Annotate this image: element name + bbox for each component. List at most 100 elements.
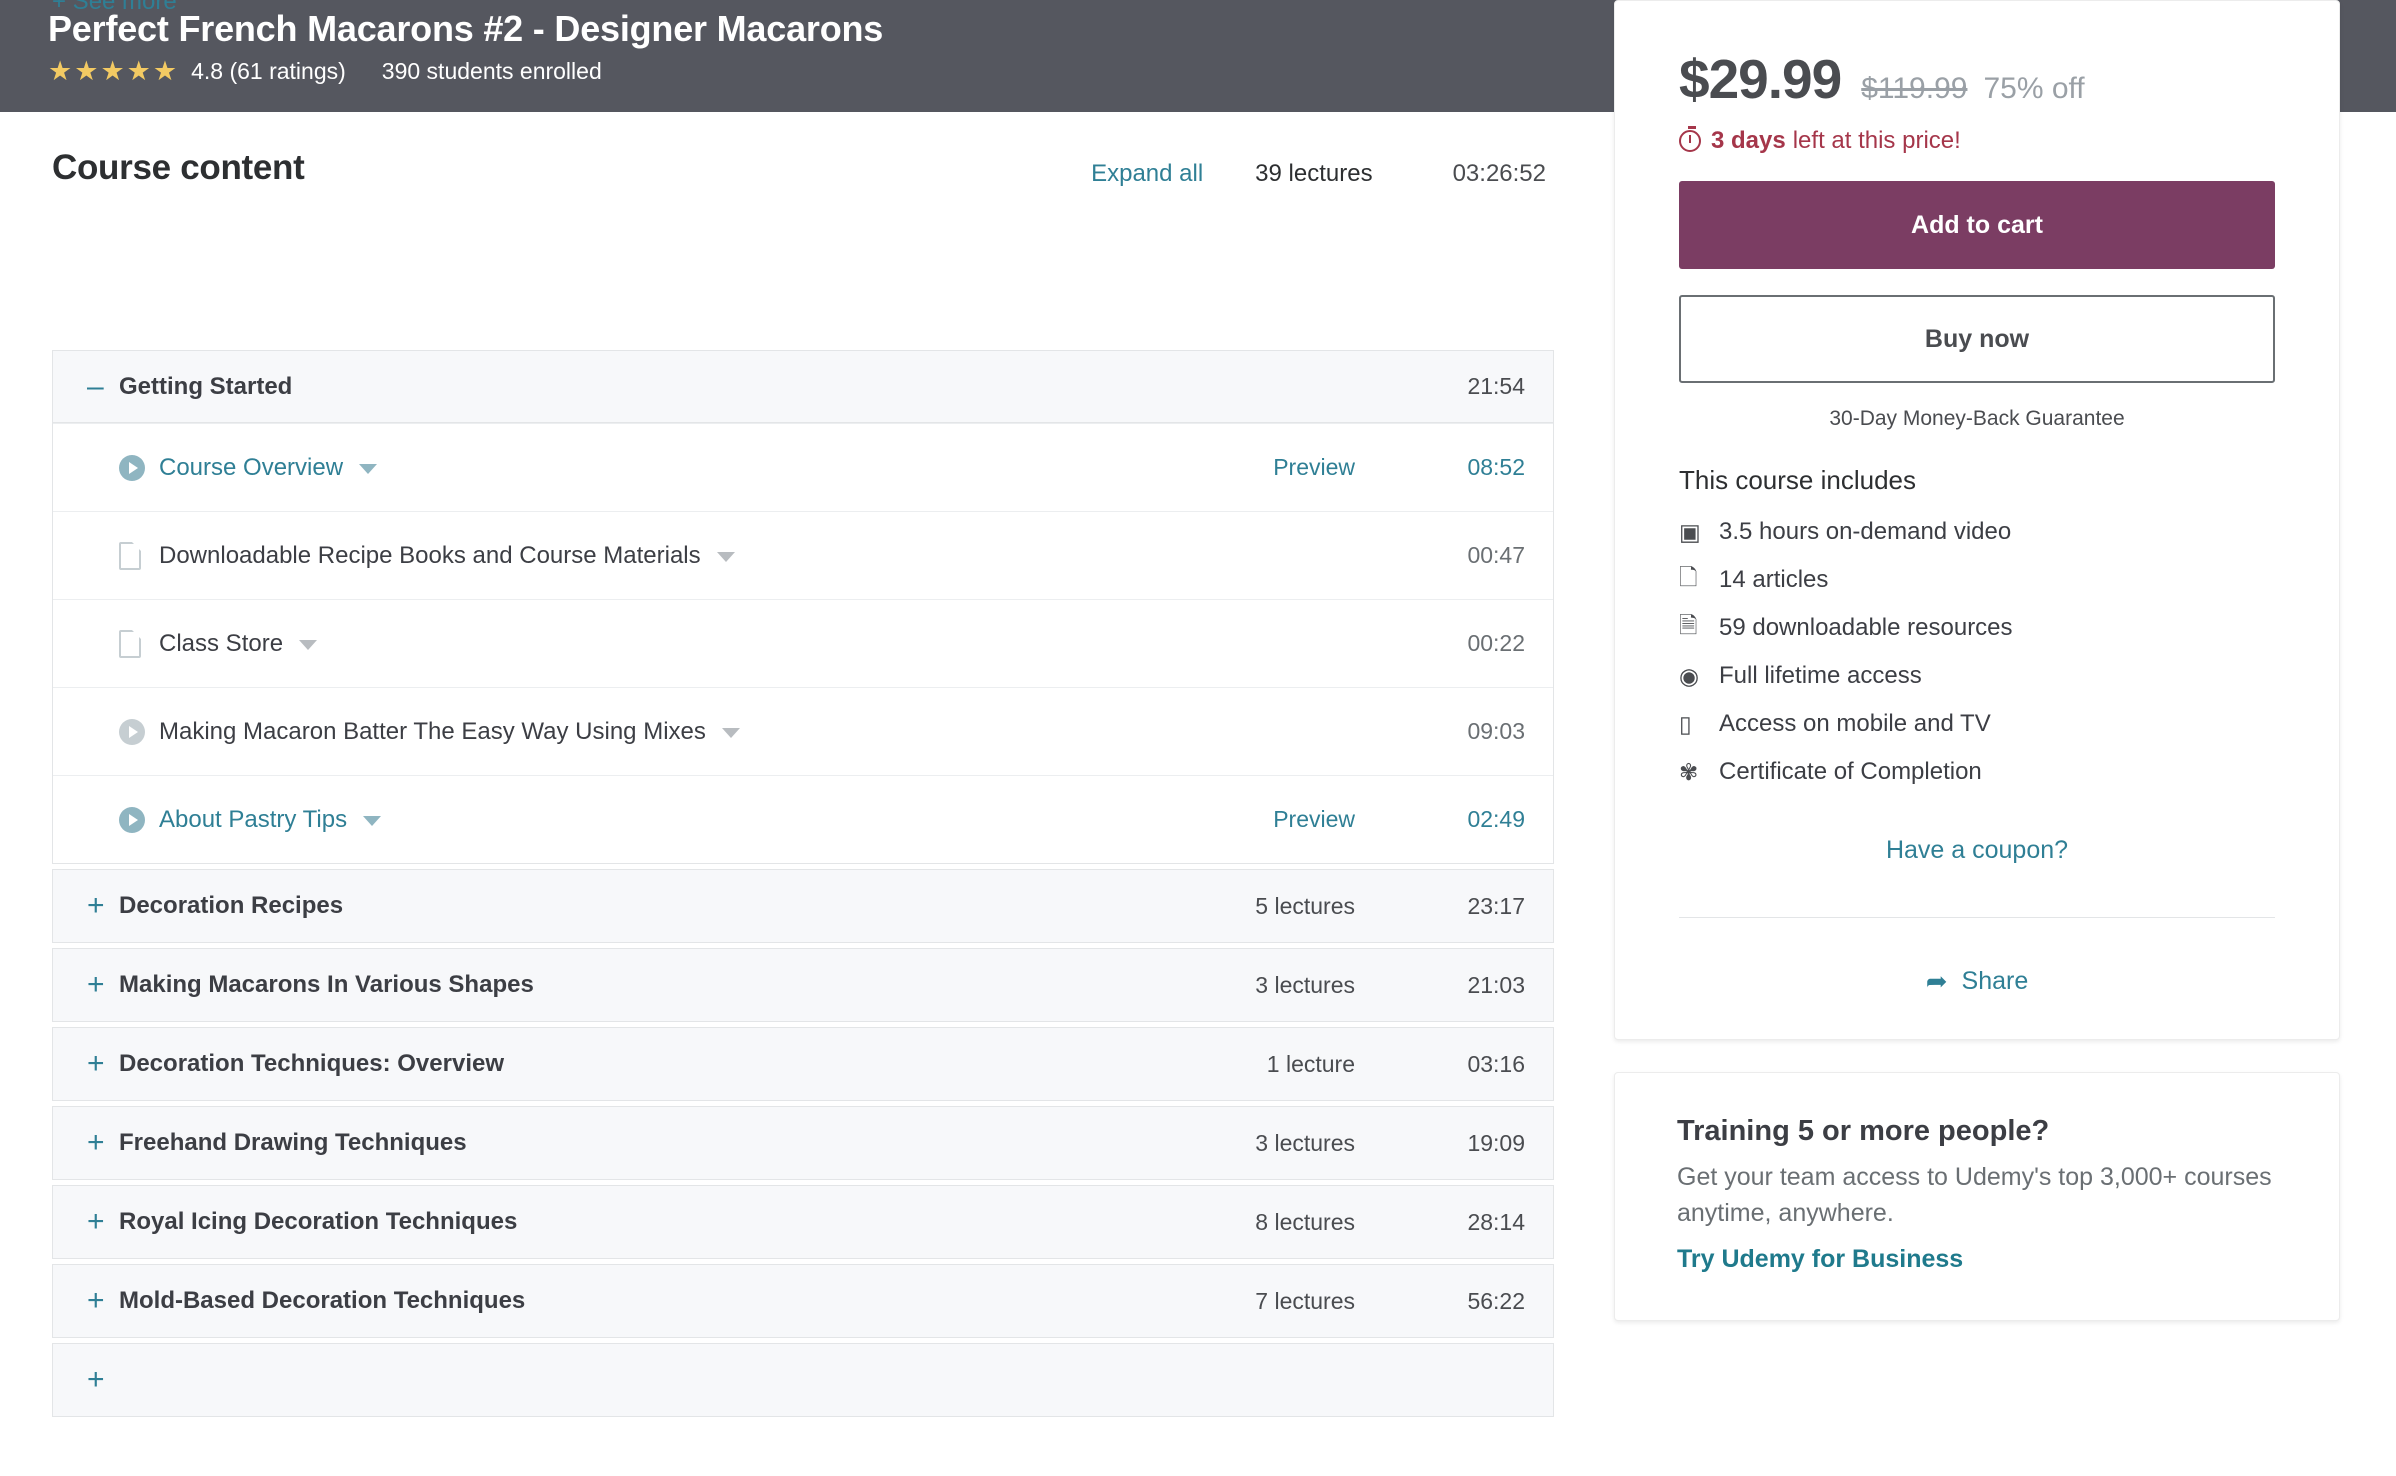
star-icon: ★: [48, 58, 72, 85]
original-price: $119.99: [1861, 72, 1967, 106]
expand-icon[interactable]: +: [87, 1049, 113, 1079]
expand-icon[interactable]: +: [87, 1128, 113, 1158]
lecture-row[interactable]: About Pastry Tips Preview 02:49: [53, 775, 1553, 863]
expand-all-button[interactable]: Expand all: [1091, 160, 1203, 188]
have-a-coupon-link[interactable]: Have a coupon?: [1679, 836, 2275, 865]
lecture-row[interactable]: Downloadable Recipe Books and Course Mat…: [53, 511, 1553, 599]
lecture-duration: 00:22: [1415, 630, 1525, 657]
lecture-type-icon: [119, 719, 159, 745]
star-icon: ★: [74, 58, 98, 85]
chevron-down-icon[interactable]: [722, 728, 740, 738]
share-arrow-icon: ➦: [1926, 966, 1948, 997]
expand-icon[interactable]: +: [87, 1365, 113, 1395]
section-duration: 23:17: [1415, 893, 1525, 920]
expand-icon[interactable]: +: [87, 1286, 113, 1316]
preview-link[interactable]: Preview: [1145, 806, 1355, 833]
lecture-title[interactable]: Downloadable Recipe Books and Course Mat…: [159, 540, 701, 572]
section-header[interactable]: –Getting Started21:54: [53, 351, 1553, 423]
chevron-down-icon[interactable]: [359, 464, 377, 474]
section-duration: 21:03: [1415, 972, 1525, 999]
lecture-title-wrap: Course Overview: [159, 452, 1145, 484]
lecture-title-wrap: Making Macaron Batter The Easy Way Using…: [159, 716, 1145, 748]
chevron-down-icon[interactable]: [363, 816, 381, 826]
timer-icon: [1679, 130, 1701, 152]
play-icon: [119, 455, 145, 481]
course-include-item: ▣3.5 hours on-demand video: [1679, 508, 2275, 556]
share-button[interactable]: ➦ Share: [1679, 966, 2275, 997]
lecture-duration: 02:49: [1415, 806, 1525, 833]
curriculum-accordion: –Getting Started21:54 Course Overview Prev…: [52, 350, 1554, 1418]
course-page: + See more Perfect French Macarons #2 - …: [0, 0, 2396, 1476]
lecture-row[interactable]: Class Store 00:22: [53, 599, 1553, 687]
expand-icon[interactable]: +: [87, 891, 113, 921]
lecture-row[interactable]: Making Macaron Batter The Easy Way Using…: [53, 687, 1553, 775]
lecture-title[interactable]: Making Macaron Batter The Easy Way Using…: [159, 716, 706, 748]
price-deadline: 3 days left at this price!: [1679, 127, 2275, 155]
add-to-cart-button[interactable]: Add to cart: [1679, 181, 2275, 269]
course-meta: ★★★★★ 4.8 (61 ratings) 390 students enro…: [48, 58, 602, 85]
try-udemy-for-business-link[interactable]: Try Udemy for Business: [1677, 1245, 1963, 1274]
section-title: Freehand Drawing Techniques: [119, 1129, 1145, 1157]
lecture-title[interactable]: Class Store: [159, 628, 283, 660]
section-header[interactable]: +: [53, 1344, 1553, 1416]
preview-link[interactable]: Preview: [1145, 454, 1355, 481]
course-include-label: Full lifetime access: [1719, 662, 1922, 690]
lecture-duration: 08:52: [1415, 454, 1525, 481]
document-icon: [119, 542, 141, 570]
curriculum-section: +Royal Icing Decoration Techniques8 lect…: [52, 1185, 1554, 1259]
money-back-guarantee: 30-Day Money-Back Guarantee: [1679, 407, 2275, 431]
expand-icon[interactable]: +: [87, 970, 113, 1000]
course-include-item: ✾Certificate of Completion: [1679, 748, 2275, 796]
rating-text: 4.8 (61 ratings): [191, 58, 346, 85]
curriculum-section: +: [52, 1343, 1554, 1417]
purchase-sidebar: $29.99 $119.99 75% off 3 days left at th…: [1614, 0, 2340, 1321]
video-file-icon: ▣: [1679, 519, 1719, 546]
course-include-label: 59 downloadable resources: [1719, 614, 2013, 642]
document-icon: [119, 630, 141, 658]
chevron-down-icon[interactable]: [299, 640, 317, 650]
play-icon: [119, 719, 145, 745]
curriculum-section: –Getting Started21:54 Course Overview Prev…: [52, 350, 1554, 864]
lecture-duration: 00:47: [1415, 542, 1525, 569]
curriculum-section: +Decoration Recipes5 lectures 23:17: [52, 869, 1554, 943]
lecture-title[interactable]: About Pastry Tips: [159, 804, 347, 836]
current-price: $29.99: [1679, 47, 1841, 111]
section-header[interactable]: +Decoration Techniques: Overview1 lectur…: [53, 1028, 1553, 1100]
course-include-label: Access on mobile and TV: [1719, 710, 1991, 738]
section-title: Decoration Techniques: Overview: [119, 1050, 1145, 1078]
lecture-row[interactable]: Course Overview Preview 08:52: [53, 423, 1553, 511]
students-enrolled-text: 390 students enrolled: [382, 58, 602, 85]
collapse-icon[interactable]: –: [87, 372, 113, 402]
section-lecture-count: 8 lectures: [1145, 1209, 1355, 1236]
section-title: Mold-Based Decoration Techniques: [119, 1287, 1145, 1315]
lecture-title[interactable]: Course Overview: [159, 452, 343, 484]
section-duration: 28:14: [1415, 1209, 1525, 1236]
buy-now-button[interactable]: Buy now: [1679, 295, 2275, 383]
curriculum-section: +Freehand Drawing Techniques3 lectures19…: [52, 1106, 1554, 1180]
course-include-item: 🗋14 articles: [1679, 556, 2275, 604]
price-row: $29.99 $119.99 75% off: [1679, 47, 2275, 111]
section-lecture-count: 5 lectures: [1145, 893, 1355, 920]
section-header[interactable]: +Decoration Recipes5 lectures 23:17: [53, 870, 1553, 942]
course-includes-heading: This course includes: [1679, 465, 2275, 496]
section-header[interactable]: +Royal Icing Decoration Techniques8 lect…: [53, 1186, 1553, 1258]
lecture-title-wrap: Downloadable Recipe Books and Course Mat…: [159, 540, 1145, 572]
section-header[interactable]: +Making Macarons In Various Shapes3 lect…: [53, 949, 1553, 1021]
section-header[interactable]: +Freehand Drawing Techniques3 lectures19…: [53, 1107, 1553, 1179]
star-icon: ★: [100, 58, 124, 85]
section-duration: 19:09: [1415, 1130, 1525, 1157]
section-duration: 03:16: [1415, 1051, 1525, 1078]
section-title: Royal Icing Decoration Techniques: [119, 1208, 1145, 1236]
business-description: Get your team access to Udemy's top 3,00…: [1677, 1160, 2277, 1231]
course-include-label: Certificate of Completion: [1719, 758, 1982, 786]
udemy-for-business-card: Training 5 or more people? Get your team…: [1614, 1072, 2340, 1321]
course-include-item: 🗎59 downloadable resources: [1679, 604, 2275, 652]
certificate-icon: ✾: [1679, 759, 1719, 786]
section-title: Decoration Recipes: [119, 892, 1145, 920]
section-header[interactable]: +Mold-Based Decoration Techniques7 lectu…: [53, 1265, 1553, 1337]
lecture-title-wrap: About Pastry Tips: [159, 804, 1145, 836]
infinity-icon: ◉: [1679, 663, 1719, 690]
star-icon: ★: [127, 58, 151, 85]
expand-icon[interactable]: +: [87, 1207, 113, 1237]
chevron-down-icon[interactable]: [717, 552, 735, 562]
